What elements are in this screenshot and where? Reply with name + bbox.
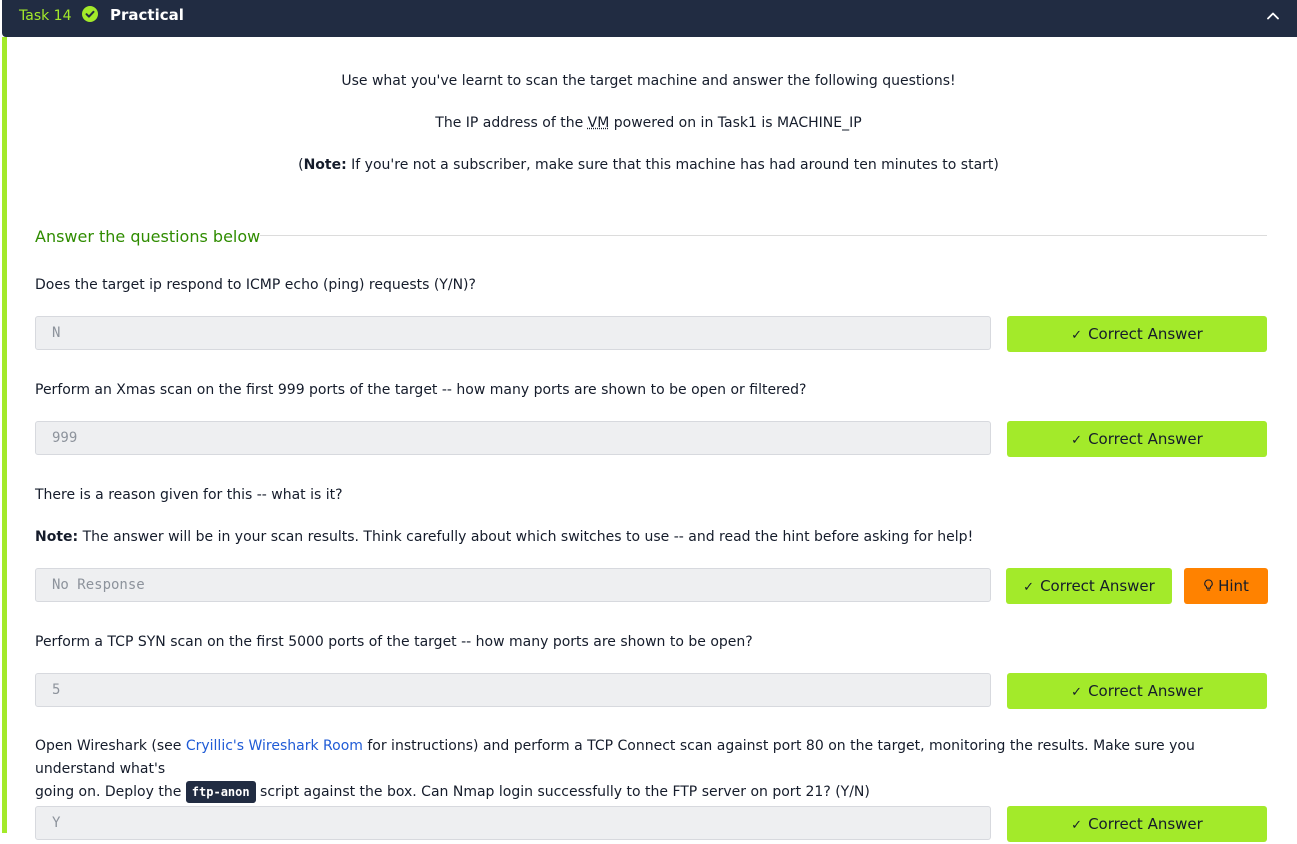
chevron-up-icon[interactable] bbox=[1266, 9, 1280, 23]
button-label: Correct Answer bbox=[1088, 815, 1203, 833]
question-2: Perform an Xmas scan on the first 999 po… bbox=[35, 382, 807, 398]
button-label: Correct Answer bbox=[1088, 325, 1203, 343]
question-4: Perform a TCP SYN scan on the first 5000… bbox=[35, 634, 753, 650]
answer-input-2[interactable]: 999 bbox=[35, 421, 991, 455]
checkmark-icon: ✓ bbox=[1071, 433, 1083, 448]
q5-text-prefix: Open Wireshark (see bbox=[35, 738, 186, 754]
question-1: Does the target ip respond to ICMP echo … bbox=[35, 277, 476, 293]
task-panel: Task 14 Practical Use what you've learnt… bbox=[0, 0, 1297, 842]
note-text: The answer will be in your scan results.… bbox=[78, 529, 974, 545]
checkmark-icon: ✓ bbox=[1071, 328, 1083, 343]
hint-button[interactable]: Hint bbox=[1184, 568, 1268, 604]
checkmark-icon: ✓ bbox=[1023, 580, 1035, 595]
intro-ip-prefix: The IP address of the bbox=[435, 115, 588, 131]
answer-input-3[interactable]: No Response bbox=[35, 568, 991, 602]
q5-line2-suffix: script against the box. Can Nmap login s… bbox=[255, 784, 870, 800]
button-label: Correct Answer bbox=[1088, 682, 1203, 700]
answer-input-5[interactable]: Y bbox=[35, 806, 991, 840]
correct-answer-button-4[interactable]: ✓ Correct Answer bbox=[1007, 673, 1267, 709]
intro-note: (Note: If you're not a subscriber, make … bbox=[0, 157, 1297, 173]
q5-line2-prefix: going on. Deploy the bbox=[35, 784, 186, 800]
correct-answer-button-1[interactable]: ✓ Correct Answer bbox=[1007, 316, 1267, 352]
question-3: There is a reason given for this -- what… bbox=[35, 487, 343, 503]
heading-divider bbox=[260, 235, 1267, 236]
note-label: Note: bbox=[303, 157, 347, 173]
ftp-anon-code: ftp-anon bbox=[185, 781, 256, 803]
checkmark-icon: ✓ bbox=[1071, 818, 1083, 833]
task-number: Task 14 bbox=[19, 8, 72, 24]
check-circle-icon bbox=[82, 6, 98, 22]
question-5: Open Wireshark (see Cryillic's Wireshark… bbox=[35, 735, 1267, 804]
correct-answer-button-3[interactable]: ✓ Correct Answer bbox=[1006, 568, 1172, 604]
intro-ip-line: The IP address of the VM powered on in T… bbox=[0, 115, 1297, 131]
answers-heading: Answer the questions below bbox=[35, 227, 261, 246]
correct-answer-button-2[interactable]: ✓ Correct Answer bbox=[1007, 421, 1267, 457]
hint-label: Hint bbox=[1218, 577, 1249, 595]
button-label: Correct Answer bbox=[1040, 577, 1155, 595]
answer-input-1[interactable]: N bbox=[35, 316, 991, 350]
correct-answer-button-5[interactable]: ✓ Correct Answer bbox=[1007, 806, 1267, 842]
note-text: If you're not a subscriber, make sure th… bbox=[346, 157, 999, 173]
task-title: Practical bbox=[110, 6, 184, 24]
vm-abbr: VM bbox=[587, 115, 610, 131]
note-label: Note: bbox=[35, 529, 79, 545]
task-header[interactable]: Task 14 Practical bbox=[2, 0, 1297, 37]
button-label: Correct Answer bbox=[1088, 430, 1203, 448]
checkmark-icon: ✓ bbox=[1071, 685, 1083, 700]
answer-input-4[interactable]: 5 bbox=[35, 673, 991, 707]
question-3-note: Note: The answer will be in your scan re… bbox=[35, 526, 973, 549]
wireshark-room-link[interactable]: Cryillic's Wireshark Room bbox=[186, 738, 363, 754]
lightbulb-icon bbox=[1204, 579, 1213, 591]
intro-ip-suffix: powered on in Task1 is MACHINE_IP bbox=[609, 115, 862, 131]
intro-line: Use what you've learnt to scan the targe… bbox=[341, 73, 956, 89]
